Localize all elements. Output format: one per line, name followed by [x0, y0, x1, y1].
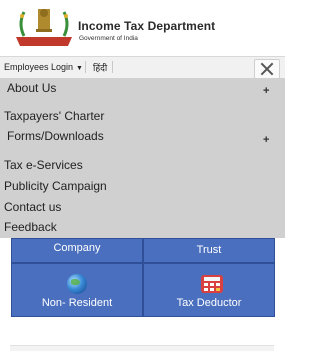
menu-item-contact-us[interactable]: Contact us [4, 200, 61, 214]
tile-label: Company [53, 242, 101, 254]
expand-plus-icon[interactable]: + [263, 134, 269, 146]
expand-plus-icon[interactable]: + [263, 85, 269, 97]
menu-item-publicity-campaign[interactable]: Publicity Campaign [4, 179, 107, 193]
employees-login-label: Employees Login [4, 62, 74, 72]
divider [112, 61, 113, 73]
caret-down-icon: ▼ [76, 65, 83, 72]
menu-item-forms-downloads[interactable]: Forms/Downloads [7, 129, 104, 143]
tile-tax-deductor[interactable]: Tax Deductor [143, 263, 275, 317]
taxpayer-category-grid: Company Trust Non- Resident Tax Deductor [11, 238, 275, 317]
language-toggle-hindi[interactable]: हिंदी [93, 61, 107, 74]
menu-item-taxpayers-charter[interactable]: Taxpayers' Charter [4, 109, 104, 123]
mobile-nav-menu: About Us + Taxpayers' Charter Forms/Down… [0, 78, 285, 238]
footer-strip [10, 345, 274, 351]
close-icon[interactable] [254, 59, 280, 79]
menu-item-tax-e-services[interactable]: Tax e-Services [4, 158, 83, 172]
tile-company[interactable]: Company [11, 238, 143, 263]
tile-label: Non- Resident [41, 297, 113, 309]
employees-login-dropdown[interactable]: Employees Login ▼ [4, 62, 83, 72]
income-tax-emblem-logo[interactable] [14, 4, 74, 48]
tile-non-resident[interactable]: Non- Resident [11, 263, 143, 317]
globe-icon [67, 274, 87, 294]
tile-label: Trust [196, 244, 222, 256]
calculator-icon [201, 275, 223, 293]
divider [85, 61, 86, 73]
site-subtitle: Government of India [79, 35, 138, 42]
top-utility-bar: Employees Login ▼ हिंदी [0, 56, 285, 80]
menu-item-about-us[interactable]: About Us [7, 81, 56, 95]
tile-trust[interactable]: Trust [143, 238, 275, 263]
tile-label: Tax Deductor [176, 297, 242, 309]
site-title[interactable]: Income Tax Department [78, 19, 215, 33]
site-header: Income Tax Department Government of Indi… [0, 0, 285, 56]
menu-item-feedback[interactable]: Feedback [4, 220, 57, 234]
